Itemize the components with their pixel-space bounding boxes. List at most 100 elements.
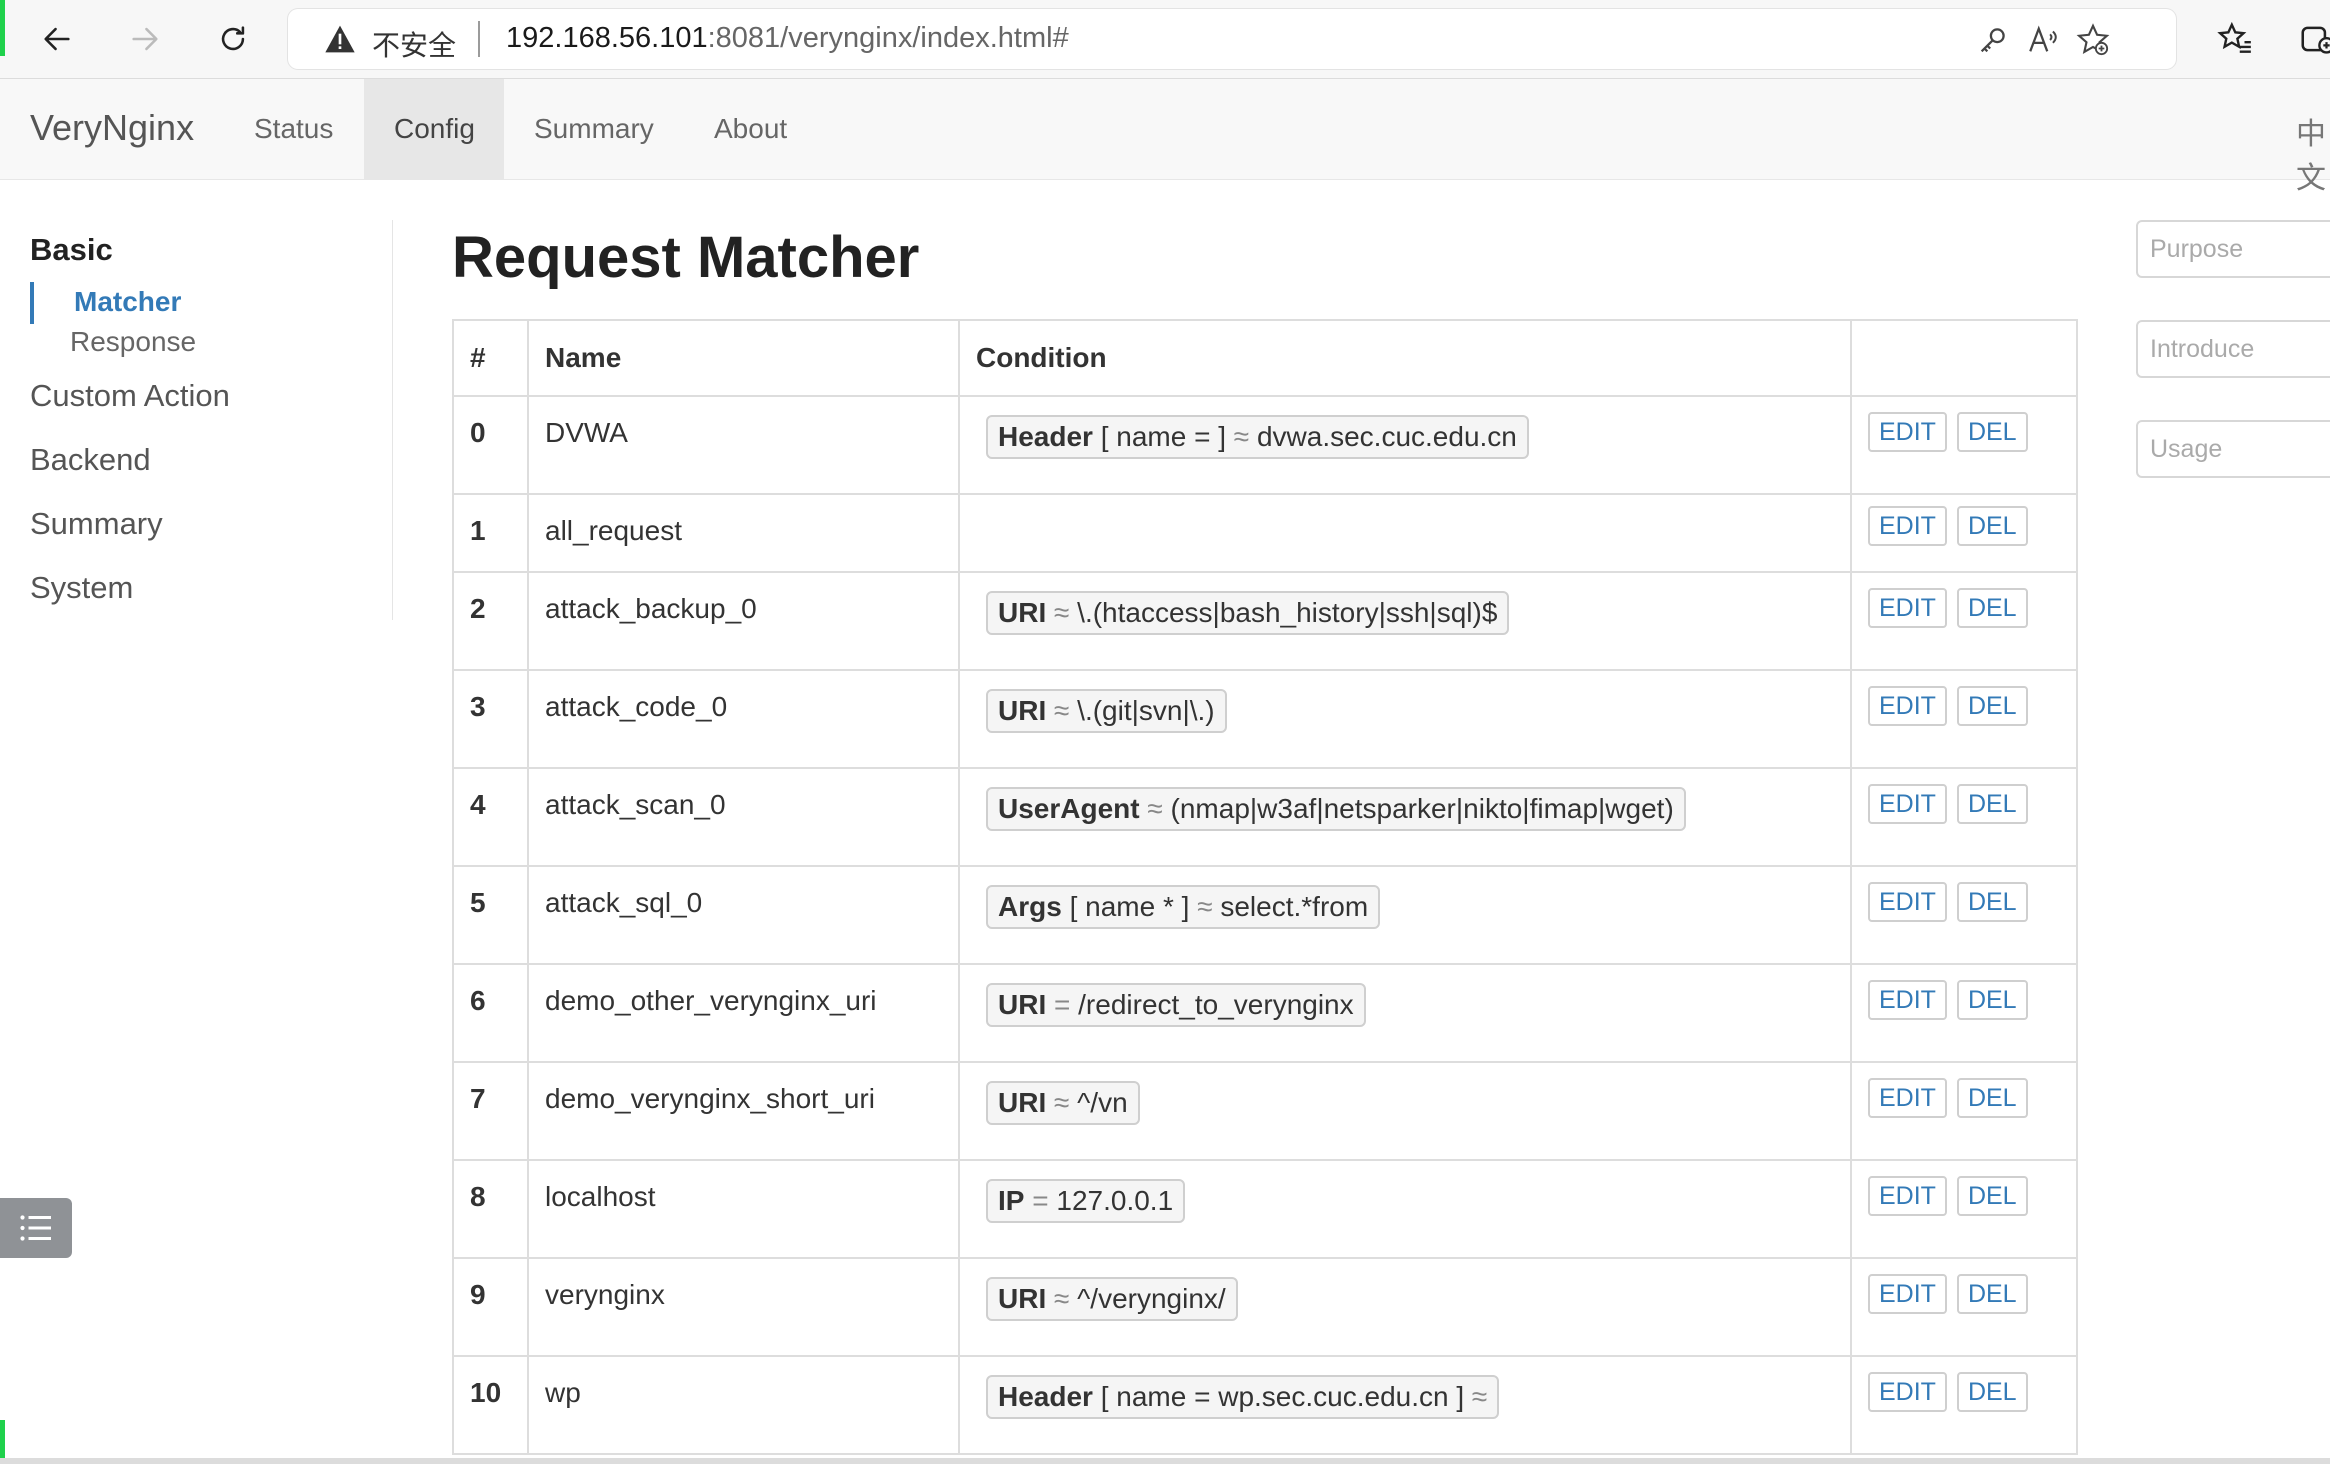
row-name: attack_code_0 (527, 669, 960, 769)
window-edge-accent (0, 0, 5, 56)
column-header-actions (1850, 319, 2078, 397)
table-row: 10 wp Header [ name = wp.sec.cuc.edu.cn ] … (452, 1355, 2078, 1455)
favorites-icon[interactable] (2216, 20, 2254, 58)
condition-key: Header (998, 1381, 1093, 1412)
reload-button[interactable] (206, 12, 260, 66)
row-index: 10 (452, 1355, 529, 1455)
refresh-icon (221, 26, 245, 51)
table-header-row: # Name Condition (452, 319, 2078, 397)
condition-key: URI (998, 1087, 1047, 1118)
condition-key: URI (998, 989, 1047, 1020)
key-icon[interactable] (1976, 23, 2010, 57)
row-condition-cell (958, 493, 1852, 573)
horizontal-scrollbar[interactable] (0, 1458, 2330, 1464)
column-header-name: Name (527, 319, 960, 397)
security-label[interactable]: 不安全 (372, 24, 456, 64)
edit-button[interactable]: EDIT (1868, 588, 1947, 628)
url-text[interactable]: 192.168.56.101:8081/verynginx/index.html… (506, 22, 1069, 55)
nav-summary[interactable]: Summary (504, 79, 684, 179)
matcher-table-body: 0 DVWA Header [ name = ] ≈ dvwa.sec.cuc.ed… (452, 395, 2078, 1455)
edit-button[interactable]: EDIT (1868, 784, 1947, 824)
row-name: wp (527, 1355, 960, 1455)
nav-about[interactable]: About (684, 79, 817, 179)
introduce-input[interactable] (2136, 320, 2330, 378)
edit-button[interactable]: EDIT (1868, 882, 1947, 922)
condition-operator: ≈ (1233, 421, 1250, 452)
active-indicator (30, 282, 34, 324)
forward-button[interactable] (118, 12, 172, 66)
row-condition-cell: URI ≈ ^/vn (958, 1061, 1852, 1161)
sidebar-item-summary[interactable]: Summary (30, 506, 163, 542)
condition-arg: [ name * ] (1069, 891, 1190, 922)
edit-button[interactable]: EDIT (1868, 980, 1947, 1020)
row-index: 6 (452, 963, 529, 1063)
delete-button[interactable]: DEL (1956, 980, 2028, 1020)
edit-button[interactable]: EDIT (1868, 412, 1947, 452)
row-name: demo_other_verynginx_uri (527, 963, 960, 1063)
row-name: attack_sql_0 (527, 865, 960, 965)
config-sidebar: Basic Matcher Response Custom Action Bac… (0, 220, 393, 620)
toc-toggle-button[interactable] (0, 1198, 72, 1258)
condition-key: Header (998, 421, 1093, 452)
url-host: 192.168.56.101 (506, 22, 708, 54)
read-aloud-icon[interactable] (2026, 23, 2060, 57)
condition-badge: URI ≈ ^/vn (986, 1081, 1140, 1125)
language-switch[interactable]: 中文 (2296, 109, 2330, 197)
delete-button[interactable]: DEL (1956, 1274, 2028, 1314)
nav-status[interactable]: Status (224, 79, 363, 179)
edit-button[interactable]: EDIT (1868, 1078, 1947, 1118)
table-row: 8 localhost IP = 127.0.0.1 EDIT DEL (452, 1159, 2078, 1259)
delete-button[interactable]: DEL (1956, 588, 2028, 628)
row-actions: EDIT DEL (1850, 571, 2078, 671)
delete-button[interactable]: DEL (1956, 1078, 2028, 1118)
condition-badge: URI ≈ \.(htaccess|bash_history|ssh|sql)$ (986, 591, 1510, 635)
table-row: 6 demo_other_verynginx_uri URI = /redirect… (452, 963, 2078, 1063)
row-condition-cell: Header [ name = wp.sec.cuc.edu.cn ] ≈ (958, 1355, 1852, 1455)
sidebar-item-backend[interactable]: Backend (30, 442, 151, 478)
row-actions: EDIT DEL (1850, 1355, 2078, 1455)
sidebar-item-system[interactable]: System (30, 570, 133, 606)
delete-button[interactable]: DEL (1956, 1176, 2028, 1216)
row-actions: EDIT DEL (1850, 669, 2078, 769)
edit-button[interactable]: EDIT (1868, 686, 1947, 726)
sidebar-item-matcher[interactable]: Matcher (74, 286, 181, 318)
condition-key: UserAgent (998, 793, 1140, 824)
sidebar-section-basic[interactable]: Basic (30, 232, 113, 268)
delete-button[interactable]: DEL (1956, 1372, 2028, 1412)
delete-button[interactable]: DEL (1956, 506, 2028, 546)
edit-button[interactable]: EDIT (1868, 506, 1947, 546)
edit-button[interactable]: EDIT (1868, 1176, 1947, 1216)
delete-button[interactable]: DEL (1956, 412, 2028, 452)
row-index: 8 (452, 1159, 529, 1259)
collections-icon[interactable] (2298, 20, 2330, 58)
address-bar[interactable]: 不安全 192.168.56.101:8081/verynginx/index.… (288, 9, 2176, 69)
delete-button[interactable]: DEL (1956, 882, 2028, 922)
edit-button[interactable]: EDIT (1868, 1274, 1947, 1314)
edit-button[interactable]: EDIT (1868, 1372, 1947, 1412)
nav-config[interactable]: Config (364, 79, 504, 179)
sidebar-item-custom-action[interactable]: Custom Action (30, 378, 230, 414)
add-favorite-icon[interactable] (2076, 23, 2110, 57)
brand-logo[interactable]: VeryNginx (30, 107, 194, 149)
row-actions: EDIT DEL (1850, 865, 2078, 965)
row-name: attack_scan_0 (527, 767, 960, 867)
row-actions: EDIT DEL (1850, 395, 2078, 495)
condition-operator: ≈ (1147, 793, 1163, 824)
row-actions: EDIT DEL (1850, 767, 2078, 867)
condition-badge: URI ≈ \.(git|svn|\.) (986, 689, 1227, 733)
sidebar-item-response[interactable]: Response (70, 326, 196, 358)
list-icon (20, 1215, 51, 1241)
condition-key: URI (998, 695, 1047, 726)
table-row: 3 attack_code_0 URI ≈ \.(git|svn|\.) EDIT D… (452, 669, 2078, 769)
usage-input[interactable] (2136, 420, 2330, 478)
condition-operator: = (1032, 1185, 1049, 1216)
condition-value: \.(htaccess|bash_history|ssh|sql)$ (1077, 597, 1498, 628)
delete-button[interactable]: DEL (1956, 784, 2028, 824)
browser-toolbar: 不安全 192.168.56.101:8081/verynginx/index.… (0, 0, 2330, 79)
delete-button[interactable]: DEL (1956, 686, 2028, 726)
column-header-condition: Condition (958, 319, 1852, 397)
back-button[interactable] (30, 12, 84, 66)
column-header-index: # (452, 319, 529, 397)
row-index: 1 (452, 493, 529, 573)
purpose-input[interactable] (2136, 220, 2330, 278)
